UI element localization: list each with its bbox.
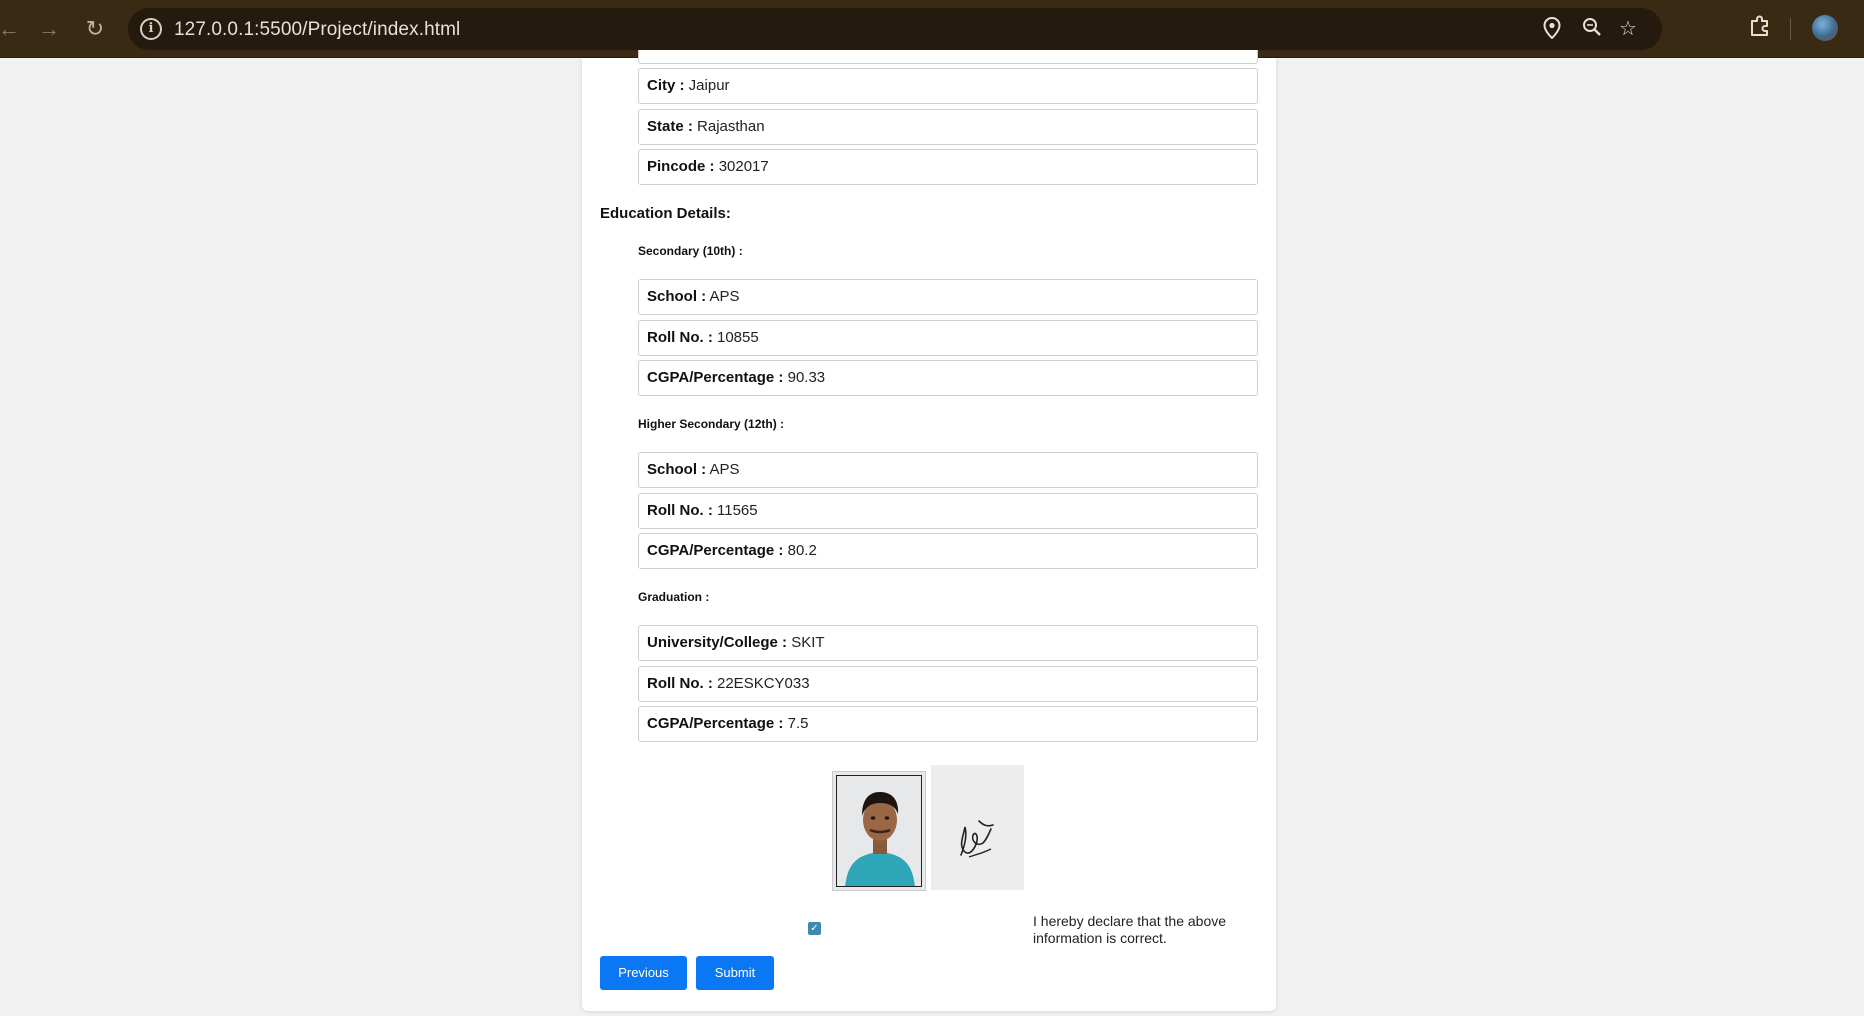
secondary-school-label: School :: [647, 288, 707, 305]
higher-secondary-title: Higher Secondary (12th) :: [638, 417, 785, 431]
forward-icon[interactable]: →: [32, 12, 66, 46]
higher-secondary-school-label: School :: [647, 461, 707, 478]
city-value: Jaipur: [688, 77, 730, 94]
extensions-icon[interactable]: [1746, 14, 1774, 42]
secondary-school-field: School : APS: [638, 279, 1258, 315]
university-label: University/College :: [647, 634, 788, 651]
secondary-cgpa-label: CGPA/Percentage :: [647, 369, 784, 386]
higher-secondary-cgpa-field: CGPA/Percentage : 80.2: [638, 533, 1258, 569]
graduation-roll-value: 22ESKCY033: [717, 675, 810, 692]
candidate-signature: [931, 765, 1024, 890]
education-title: Education Details:: [600, 205, 731, 222]
state-value: Rajasthan: [697, 118, 765, 135]
secondary-cgpa-field: CGPA/Percentage : 90.33: [638, 360, 1258, 396]
pincode-label: Pincode :: [647, 158, 715, 175]
secondary-cgpa-value: 90.33: [787, 369, 826, 386]
candidate-photo: [832, 771, 926, 891]
secondary-title: Secondary (10th) :: [638, 244, 743, 258]
city-label: City :: [647, 77, 685, 94]
location-icon[interactable]: [1540, 16, 1564, 41]
reload-icon[interactable]: ↻: [78, 12, 112, 46]
address-field-partial: [638, 50, 1258, 64]
city-field: City : Jaipur: [638, 68, 1258, 104]
bookmark-star-icon[interactable]: ☆: [1616, 17, 1640, 41]
university-field: University/College : SKIT: [638, 625, 1258, 661]
graduation-roll-label: Roll No. :: [647, 675, 713, 692]
higher-secondary-roll-field: Roll No. : 11565: [638, 493, 1258, 529]
declaration-checkbox[interactable]: ✓: [808, 922, 821, 935]
secondary-roll-field: Roll No. : 10855: [638, 320, 1258, 356]
address-bar[interactable]: i 127.0.0.1:5500/Project/index.html ☆: [128, 8, 1662, 50]
url-text[interactable]: 127.0.0.1:5500/Project/index.html: [174, 19, 460, 41]
higher-secondary-school-value: APS: [709, 461, 740, 478]
secondary-roll-label: Roll No. :: [647, 329, 713, 346]
candidate-photo-image: [836, 775, 922, 887]
secondary-school-value: APS: [709, 288, 740, 305]
submit-button[interactable]: Submit: [696, 956, 774, 990]
pincode-value: 302017: [718, 158, 769, 175]
back-icon[interactable]: ←: [0, 12, 26, 46]
previous-button[interactable]: Previous: [600, 956, 687, 990]
graduation-cgpa-field: CGPA/Percentage : 7.5: [638, 706, 1258, 742]
zoom-icon[interactable]: [1580, 17, 1604, 41]
higher-secondary-cgpa-value: 80.2: [787, 542, 817, 559]
toolbar-divider: [1790, 18, 1791, 40]
declaration-text: I hereby declare that the above informat…: [1033, 913, 1227, 946]
graduation-title: Graduation :: [638, 590, 710, 604]
form-card: City : Jaipur State : Rajasthan Pincode …: [582, 50, 1276, 1011]
graduation-roll-field: Roll No. : 22ESKCY033: [638, 666, 1258, 702]
profile-avatar[interactable]: [1812, 15, 1838, 41]
graduation-cgpa-label: CGPA/Percentage :: [647, 715, 784, 732]
pincode-field: Pincode : 302017: [638, 149, 1258, 185]
higher-secondary-school-field: School : APS: [638, 452, 1258, 488]
higher-secondary-cgpa-label: CGPA/Percentage :: [647, 542, 784, 559]
state-label: State :: [647, 118, 693, 135]
state-field: State : Rajasthan: [638, 109, 1258, 145]
secondary-roll-value: 10855: [717, 329, 759, 346]
graduation-cgpa-value: 7.5: [787, 715, 809, 732]
site-info-icon[interactable]: i: [140, 18, 162, 40]
higher-secondary-roll-value: 11565: [717, 502, 758, 519]
university-value: SKIT: [791, 634, 825, 651]
higher-secondary-roll-label: Roll No. :: [647, 502, 713, 519]
